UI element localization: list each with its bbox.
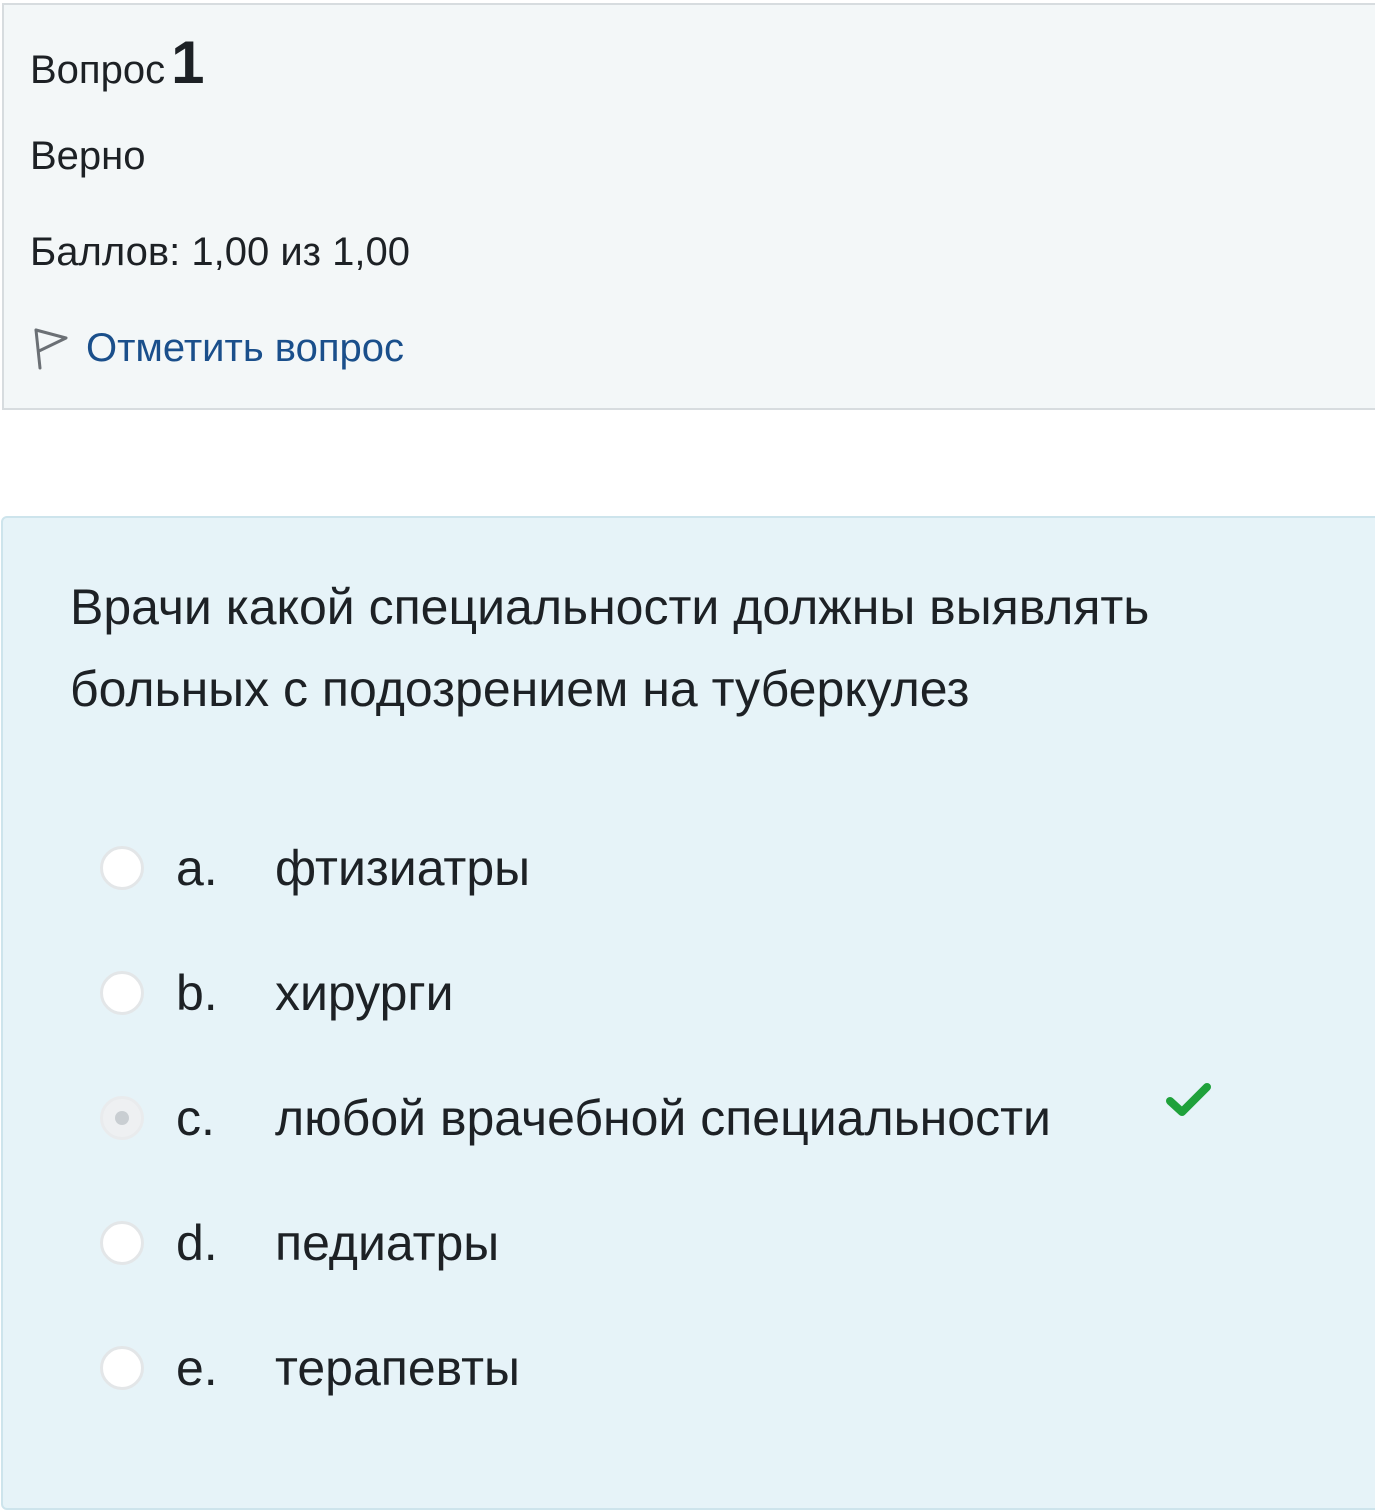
question-number: 1 (171, 29, 205, 96)
answer-text-b: хирурги (275, 965, 454, 1021)
answer-text-a: фтизиатры (275, 840, 531, 896)
question-word: Вопрос (30, 48, 166, 92)
answer-radio-a[interactable] (100, 846, 144, 890)
answer-text-c: любой врачебной специальности (275, 1090, 1051, 1146)
answer-radio-e[interactable] (100, 1346, 144, 1390)
answer-letter-d: d. (176, 1215, 218, 1271)
flag-question-link[interactable]: Отметить вопрос (30, 324, 404, 372)
answer-radio-c[interactable] (100, 1096, 144, 1140)
answer-option-a[interactable]: a. фтизиатры (100, 838, 530, 898)
question-title: Вопрос 1 (30, 28, 204, 97)
answer-option-b[interactable]: b. хирурги (100, 963, 454, 1023)
answer-option-e[interactable]: e. терапевты (100, 1338, 520, 1398)
flag-question-label: Отметить вопрос (86, 325, 404, 370)
answer-radio-d[interactable] (100, 1221, 144, 1265)
answer-letter-b: b. (176, 965, 218, 1021)
answer-option-c[interactable]: c. любой врачебной специальности (100, 1083, 1211, 1148)
answer-radio-b[interactable] (100, 971, 144, 1015)
answer-text-e: терапевты (275, 1340, 520, 1396)
answer-option-d[interactable]: d. педиатры (100, 1213, 499, 1273)
answer-letter-a: a. (176, 840, 218, 896)
answer-letter-e: e. (176, 1340, 218, 1396)
question-state: Верно (30, 134, 146, 178)
flag-icon (30, 324, 72, 372)
question-text: Врачи какой специальности должны выявлят… (70, 579, 1150, 717)
question-grade: Баллов: 1,00 из 1,00 (30, 230, 410, 274)
answer-text-d: педиатры (275, 1215, 500, 1271)
answer-letter-c: c. (176, 1090, 215, 1146)
check-icon (1165, 1080, 1213, 1120)
